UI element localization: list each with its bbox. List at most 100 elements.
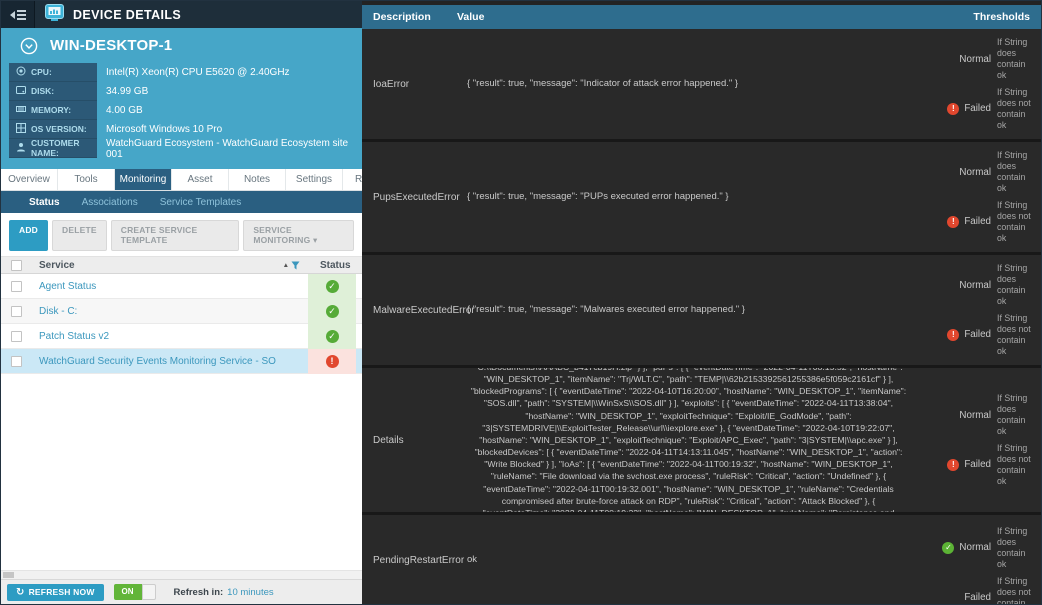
service-toolbar: ADD DELETE CREATE SERVICE TEMPLATE SERVI… xyxy=(1,213,362,256)
subtab-associations[interactable]: Associations xyxy=(82,197,138,208)
refresh-footer-bar: ↻ REFRESH NOW ON Refresh in: 10 minutes xyxy=(1,579,362,604)
row-checkbox[interactable] xyxy=(11,281,22,292)
subtab-bar: Status Associations Service Templates xyxy=(1,191,362,213)
service-row-disk-c[interactable]: Disk - C: ✓ xyxy=(1,299,362,324)
status-ok-icon: ✓ xyxy=(326,280,339,293)
left-panel: DEVICE DETAILS WIN-DESKTOP-1 CPU: Intel(… xyxy=(1,1,362,604)
row-value: ok xyxy=(457,515,918,605)
row-thresholds: Normal If String does contain ok ! Failed… xyxy=(918,29,1042,139)
service-link[interactable]: WatchGuard Security Events Monitoring Se… xyxy=(39,356,308,367)
customer-name-value: WatchGuard Ecosystem - WatchGuard Ecosys… xyxy=(97,139,354,158)
thresholds-column-header: Thresholds xyxy=(973,11,1042,23)
row-description: Details xyxy=(362,368,457,512)
row-description: PupsExecutedError xyxy=(362,142,457,252)
row-description: PendingRestartError xyxy=(362,515,457,605)
filter-funnel-icon[interactable] xyxy=(291,261,300,270)
refresh-in-value: 10 minutes xyxy=(227,587,273,598)
service-link[interactable]: Patch Status v2 xyxy=(39,331,308,342)
threshold-normal-label: Normal xyxy=(959,280,991,291)
tab-settings[interactable]: Settings xyxy=(286,169,343,190)
tab-tools[interactable]: Tools xyxy=(58,169,115,190)
service-row-patch-status[interactable]: Patch Status v2 ✓ xyxy=(1,324,362,349)
service-row-agent-status[interactable]: Agent Status ✓ xyxy=(1,274,362,299)
memory-value: 4.00 GB xyxy=(97,101,354,120)
device-details-window: DEVICE DETAILS WIN-DESKTOP-1 CPU: Intel(… xyxy=(0,0,1042,605)
info-row-memory: MEMORY: 4.00 GB xyxy=(9,101,354,120)
device-info-table: CPU: Intel(R) Xeon(R) CPU E5620 @ 2.40GH… xyxy=(9,63,354,158)
service-monitoring-dropdown[interactable]: SERVICE MONITORING ▾ xyxy=(243,220,354,251)
failed-icon: ! xyxy=(947,216,959,228)
create-service-template-button[interactable]: CREATE SERVICE TEMPLATE xyxy=(111,220,240,251)
monitor-row-malwareexecutederror: MalwareExecutedError { "result": true, "… xyxy=(362,255,1042,368)
monitor-row-pupsexecutederror: PupsExecutedError { "result": true, "mes… xyxy=(362,142,1042,255)
monitor-table-header: Description Value Thresholds xyxy=(362,5,1042,29)
service-column-header: Service xyxy=(39,260,283,271)
threshold-failed-label: Failed xyxy=(964,459,991,470)
threshold-normal-condition: If String does contain ok xyxy=(997,526,1035,570)
horizontal-scrollbar[interactable] xyxy=(1,570,362,579)
threshold-normal-condition: If String does contain ok xyxy=(997,263,1035,307)
service-row-watchguard-selected[interactable]: WatchGuard Security Events Monitoring Se… xyxy=(1,349,362,374)
status-column-header: Status xyxy=(308,260,362,271)
add-button[interactable]: ADD xyxy=(9,220,48,251)
threshold-failed-label: Failed xyxy=(964,103,991,114)
threshold-failed-label: Failed xyxy=(964,216,991,227)
subtab-service-templates[interactable]: Service Templates xyxy=(160,197,242,208)
threshold-normal-label: Normal xyxy=(959,410,991,421)
tab-reports-truncated[interactable]: Re xyxy=(343,169,362,190)
info-row-cpu: CPU: Intel(R) Xeon(R) CPU E5620 @ 2.40GH… xyxy=(9,63,354,82)
collapse-menu-button[interactable] xyxy=(1,1,35,28)
monitor-icon xyxy=(45,4,64,26)
info-row-customer: CUSTOMER NAME: WatchGuard Ecosystem - Wa… xyxy=(9,139,354,158)
subtab-status[interactable]: Status xyxy=(29,197,60,208)
row-thresholds: Normal If String does contain ok ! Failed… xyxy=(918,368,1042,512)
device-name: WIN-DESKTOP-1 xyxy=(50,37,172,54)
row-checkbox[interactable] xyxy=(11,306,22,317)
threshold-failed-condition: If String does not contain ok xyxy=(997,576,1035,605)
failed-icon: ! xyxy=(947,103,959,115)
service-list-empty-area xyxy=(1,374,362,570)
scrollbar-thumb[interactable] xyxy=(3,572,14,578)
caret-down-icon: ▾ xyxy=(313,235,317,245)
threshold-normal-condition: If String does contain ok xyxy=(997,393,1035,437)
row-checkbox[interactable] xyxy=(11,356,22,367)
toggle-knob xyxy=(142,584,156,600)
threshold-normal-label: Normal xyxy=(959,167,991,178)
disk-value: 34.99 GB xyxy=(97,82,354,101)
row-description: MalwareExecutedError xyxy=(362,255,457,365)
status-ok-icon: ✓ xyxy=(326,330,339,343)
monitor-detail-panel: Description Value Thresholds IoaError { … xyxy=(362,1,1042,604)
row-description: IoaError xyxy=(362,29,457,139)
tab-monitoring[interactable]: Monitoring xyxy=(115,169,172,190)
service-link[interactable]: Agent Status xyxy=(39,281,308,292)
delete-button[interactable]: DELETE xyxy=(52,220,107,251)
select-all-checkbox[interactable] xyxy=(11,260,22,271)
tab-asset[interactable]: Asset xyxy=(172,169,229,190)
row-checkbox[interactable] xyxy=(11,331,22,342)
refresh-now-button[interactable]: ↻ REFRESH NOW xyxy=(7,584,104,601)
refresh-in-label: Refresh in: xyxy=(174,587,224,598)
memory-icon xyxy=(16,104,26,116)
row-thresholds: ✓Normal If String does contain ok Failed… xyxy=(918,515,1042,605)
threshold-normal-condition: If String does contain ok xyxy=(997,150,1035,194)
monitor-row-details: Details { "malwares": [ { "eventDateTime… xyxy=(362,368,1042,515)
service-link[interactable]: Disk - C: xyxy=(39,306,308,317)
threshold-normal-condition: If String does contain ok xyxy=(997,37,1035,81)
threshold-normal-label: Normal xyxy=(959,54,991,65)
row-thresholds: Normal If String does contain ok !Failed… xyxy=(918,255,1042,365)
failed-icon: ! xyxy=(947,459,959,471)
tab-notes[interactable]: Notes xyxy=(229,169,286,190)
normal-icon: ✓ xyxy=(942,542,954,554)
threshold-failed-condition: If String does not contain ok xyxy=(997,87,1035,131)
status-ok-icon: ✓ xyxy=(326,305,339,318)
cpu-value: Intel(R) Xeon(R) CPU E5620 @ 2.40GHz xyxy=(97,63,354,82)
menu-lines-icon xyxy=(17,10,26,20)
top-header-bar: DEVICE DETAILS xyxy=(1,1,362,28)
auto-refresh-toggle[interactable]: ON xyxy=(114,584,156,600)
row-value: { "malwares": [ { "eventDateTime": "2022… xyxy=(457,368,918,512)
chevron-down-circle-icon[interactable] xyxy=(20,37,38,55)
tab-overview[interactable]: Overview xyxy=(1,169,58,190)
tab-bar: Overview Tools Monitoring Asset Notes Se… xyxy=(1,169,362,191)
sort-ascending-icon[interactable]: ▲ xyxy=(283,262,289,269)
collapse-arrow-icon xyxy=(10,11,15,19)
